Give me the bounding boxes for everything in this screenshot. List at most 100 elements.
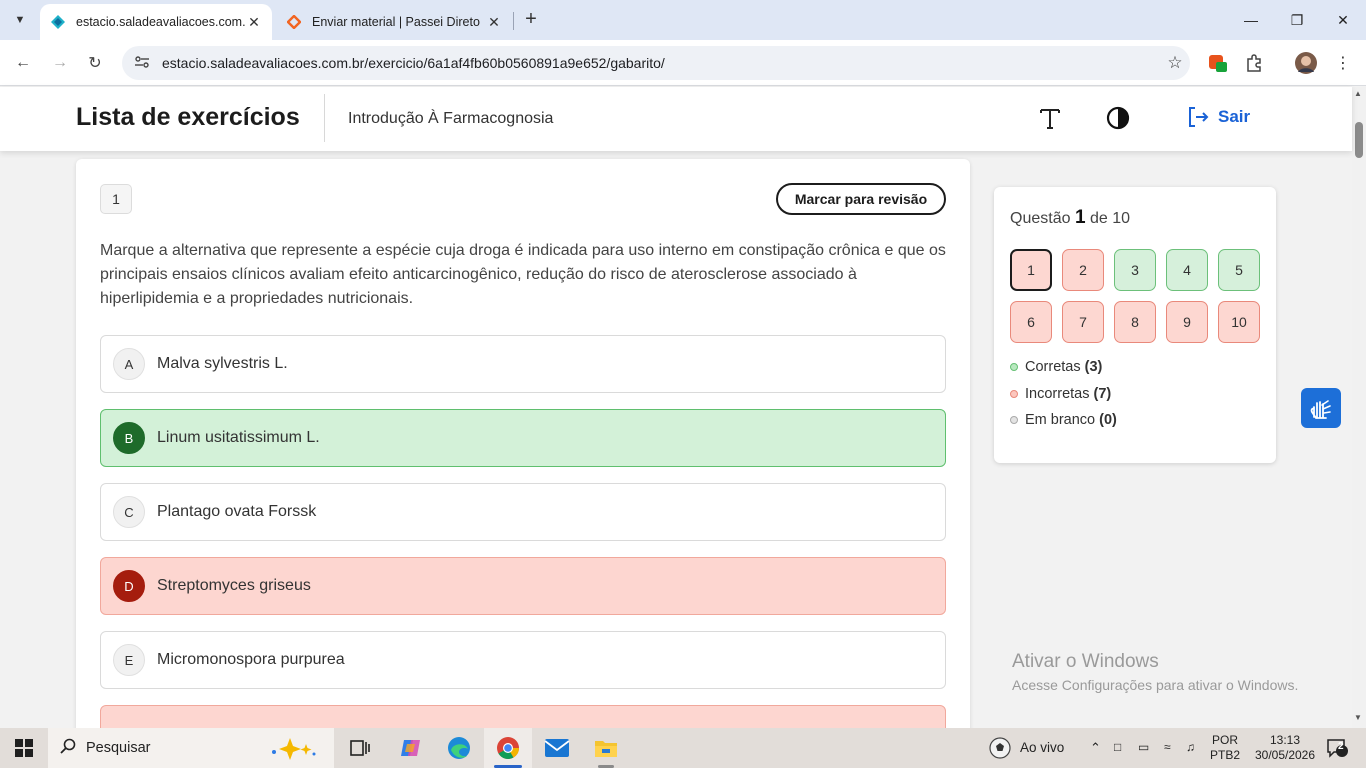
legend-correct: Corretas (3): [1010, 359, 1102, 375]
question-6-button[interactable]: 6: [1010, 301, 1052, 343]
option-text: Plantago ovata Forssk: [157, 503, 317, 520]
windows-taskbar: Pesquisar Ao vivo ⌃ □ ▭ ≈ ♫ POR PTB2 13:…: [0, 728, 1366, 768]
wifi-icon[interactable]: ≈: [1164, 740, 1171, 755]
close-tab-icon[interactable]: ✕: [486, 14, 502, 31]
tab-estacio[interactable]: estacio.saladeavaliacoes.com.br ✕: [40, 4, 272, 40]
question-2-button[interactable]: 2: [1062, 249, 1104, 291]
copilot-app-icon[interactable]: [396, 728, 426, 768]
option-a[interactable]: A Malva sylvestris L.: [100, 335, 946, 393]
browser-tab-strip: ▼ estacio.saladeavaliacoes.com.br ✕ Envi…: [0, 0, 1366, 40]
scroll-thumb[interactable]: [1355, 122, 1363, 158]
edge-browser-icon[interactable]: [444, 728, 474, 768]
language-line1: POR: [1211, 733, 1238, 747]
course-name: Introdução À Farmacognosia: [348, 110, 554, 127]
font-size-icon[interactable]: [1034, 101, 1066, 135]
browser-menu-dots-icon[interactable]: ⋮: [1331, 51, 1355, 75]
legend-count: (3): [1084, 359, 1103, 375]
weather-soccer-icon: [988, 728, 1012, 768]
green-dot-icon: [1010, 363, 1018, 371]
url-text: estacio.saladeavaliacoes.com.br/exercici…: [162, 55, 665, 71]
language-indicator[interactable]: POR PTB2: [1208, 733, 1242, 763]
option-letter: B: [113, 422, 145, 454]
navigator-prefix: Questão: [1010, 210, 1071, 227]
tray-chevron-up-icon[interactable]: ⌃: [1090, 740, 1101, 755]
question-5-button[interactable]: 5: [1218, 249, 1260, 291]
weather-live-label[interactable]: Ao vivo: [1020, 740, 1064, 755]
question-1-button[interactable]: 1: [1010, 249, 1052, 291]
language-line2: PTB2: [1209, 748, 1240, 762]
notification-icon: [1327, 739, 1348, 758]
question-4-button[interactable]: 4: [1166, 249, 1208, 291]
tab-search-chevron-icon[interactable]: ▼: [8, 8, 32, 32]
option-letter: E: [113, 644, 145, 676]
legend-count: (0): [1099, 412, 1117, 428]
scroll-down-arrow-icon[interactable]: ▼: [1354, 713, 1362, 722]
clock-time: 13:13: [1269, 733, 1301, 747]
close-window-icon[interactable]: ✕: [1320, 6, 1366, 34]
question-8-button[interactable]: 8: [1114, 301, 1156, 343]
page-scrollbar[interactable]: ▲ ▼: [1352, 87, 1366, 728]
legend-count: (7): [1093, 386, 1112, 402]
option-text: Linum usitatissimum L.: [157, 429, 320, 446]
minimize-icon[interactable]: —: [1228, 6, 1274, 34]
extensions-puzzle-icon[interactable]: [1242, 51, 1266, 75]
header-divider: [324, 94, 325, 142]
extension-office-icon[interactable]: [1206, 51, 1230, 75]
watermark-line2: Acesse Configurações para ativar o Windo…: [1012, 677, 1299, 693]
question-10-button[interactable]: 10: [1218, 301, 1260, 343]
question-7-button[interactable]: 7: [1062, 301, 1104, 343]
tab-separator: [513, 12, 514, 30]
legend-label: Incorretas: [1025, 386, 1090, 402]
close-tab-icon[interactable]: ✕: [246, 14, 262, 31]
logout-label: Sair: [1218, 107, 1251, 126]
tab-passei-direto[interactable]: Enviar material | Passei Direto ✕: [276, 4, 512, 40]
windows-activation-watermark: Ativar o Windows Acesse Configurações pa…: [1012, 651, 1298, 693]
mail-icon[interactable]: [542, 728, 572, 768]
address-bar[interactable]: estacio.saladeavaliacoes.com.br/exercici…: [122, 46, 1190, 80]
windows-start-icon[interactable]: [8, 728, 40, 768]
legend-blank: Em branco (0): [1010, 412, 1117, 428]
option-d[interactable]: D Streptomyces griseus: [100, 557, 946, 615]
option-b[interactable]: B Linum usitatissimum L.: [100, 409, 946, 467]
chrome-taskbar-button[interactable]: [484, 728, 532, 768]
forward-arrow-icon[interactable]: →: [46, 49, 74, 77]
question-card: 1 Marcar para revisão Marque a alternati…: [76, 159, 970, 768]
bookmark-star-icon[interactable]: ☆: [1160, 53, 1190, 73]
reload-icon[interactable]: ↻: [81, 49, 109, 77]
question-9-button[interactable]: 9: [1166, 301, 1208, 343]
tray-device-icon[interactable]: ▭: [1138, 740, 1149, 755]
clock[interactable]: 13:13 30/05/2026: [1248, 733, 1322, 763]
page-title: Lista de exercícios: [76, 103, 300, 131]
option-text: Malva sylvestris L.: [157, 355, 288, 372]
sign-language-hands-icon: [1310, 400, 1331, 419]
clock-date: 30/05/2026: [1254, 748, 1316, 762]
option-c[interactable]: C Plantago ovata Forssk: [100, 483, 946, 541]
mark-for-review-button[interactable]: Marcar para revisão: [776, 183, 946, 215]
profile-avatar[interactable]: [1294, 51, 1318, 75]
volume-icon[interactable]: ♫: [1186, 740, 1195, 755]
red-dot-icon: [1010, 390, 1018, 398]
browser-toolbar: ← → ↻ estacio.saladeavaliacoes.com.br/ex…: [0, 40, 1366, 86]
sign-language-accessibility-button[interactable]: [1301, 388, 1341, 428]
search-placeholder: Pesquisar: [86, 740, 151, 756]
site-settings-icon[interactable]: [134, 55, 152, 72]
option-e[interactable]: E Micromonospora purpurea: [100, 631, 946, 689]
scroll-up-arrow-icon[interactable]: ▲: [1354, 89, 1362, 98]
question-3-button[interactable]: 3: [1114, 249, 1156, 291]
new-tab-plus-icon[interactable]: +: [520, 8, 542, 32]
tray-meet-icon[interactable]: □: [1114, 740, 1121, 755]
back-arrow-icon[interactable]: ←: [9, 49, 37, 77]
logout-button[interactable]: Sair: [1186, 105, 1250, 129]
task-view-icon[interactable]: [346, 728, 374, 768]
taskbar-search-box[interactable]: Pesquisar: [48, 728, 334, 768]
question-text: Marque a alternativa que represente a es…: [100, 242, 946, 307]
contrast-icon[interactable]: [1102, 101, 1134, 135]
gray-dot-icon: [1010, 416, 1018, 424]
restore-icon[interactable]: ❐: [1274, 6, 1320, 34]
question-navigator: Questão 1 de 10 1 2 3 4 5 6 7 8 9 10 Cor…: [994, 187, 1276, 463]
notifications-button[interactable]: 2: [1322, 728, 1352, 768]
legend-label: Corretas: [1025, 359, 1081, 375]
file-explorer-icon[interactable]: [590, 728, 622, 768]
search-icon: [60, 738, 76, 759]
navigator-heading: Questão 1 de 10: [1010, 207, 1130, 229]
